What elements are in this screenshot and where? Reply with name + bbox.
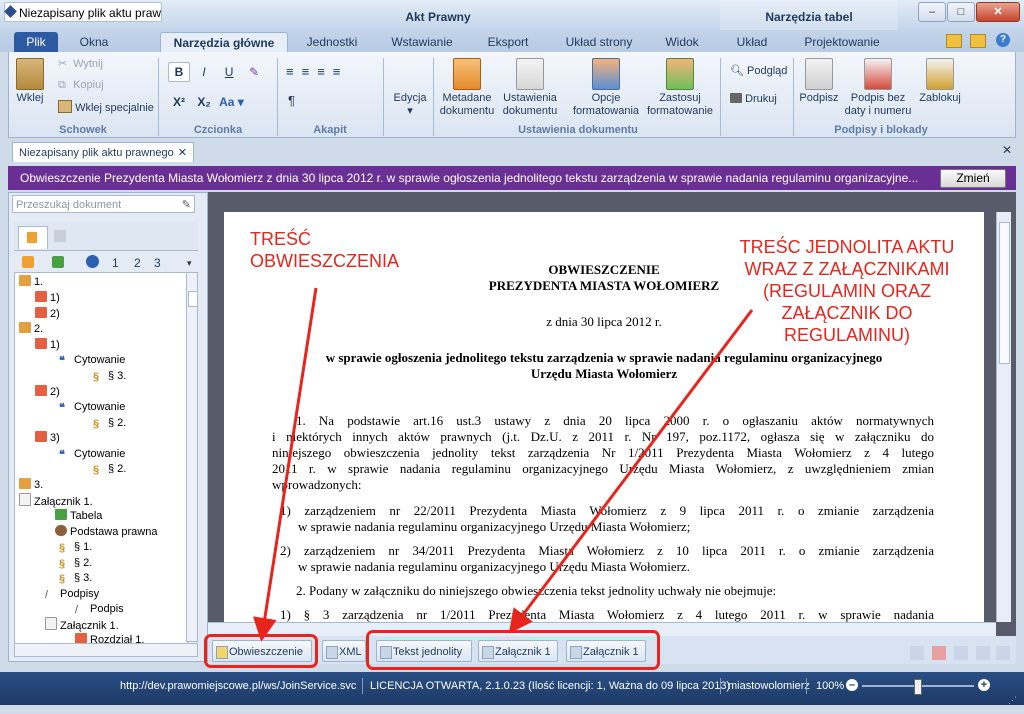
annotation-arrows xyxy=(252,287,754,642)
annotation-box-tekst-jednolity xyxy=(366,630,660,670)
arrow-to-tekst-jednolity xyxy=(508,309,754,634)
arrow-to-obwieszczenie xyxy=(252,287,318,642)
annotation-box-obwieszczenie xyxy=(204,634,318,668)
